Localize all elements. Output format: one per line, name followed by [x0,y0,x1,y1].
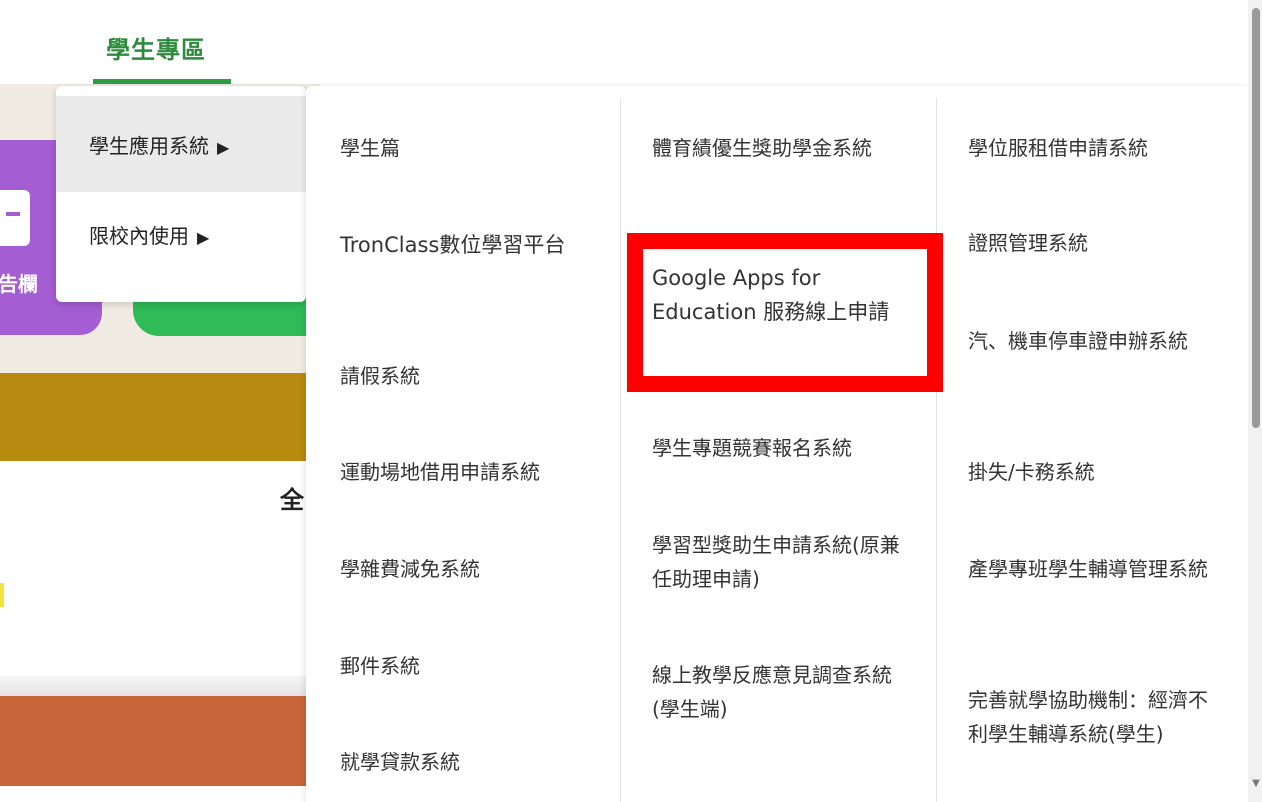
section-heading-fragment: 全 [280,486,304,514]
link-learning-assistant[interactable]: 學習型獎助生申請系統(原兼任助理申請) [652,528,908,596]
link-tuition-waiver[interactable]: 學雜費減免系統 [340,552,600,586]
link-athletic-scholarship[interactable]: 體育績優生獎助學金系統 [652,131,902,165]
column-divider [620,98,621,802]
link-project-competition[interactable]: 學生專題競賽報名系統 [652,431,914,465]
link-google-apps[interactable]: Google Apps for Education 服務線上申請 [652,261,908,329]
column-divider [936,98,937,802]
link-mail-system[interactable]: 郵件系統 [340,649,600,683]
link-card-services[interactable]: 掛失/卡務系統 [968,455,1230,489]
top-navigation: 學生專區 [0,0,1248,84]
link-leave-system[interactable]: 請假系統 [340,359,590,393]
link-industry-program-guidance[interactable]: 產學專班學生輔導管理系統 [968,552,1224,586]
orange-banner [0,696,320,786]
dropdown-level2: 學生篇 TronClass數位學習平台 請假系統 運動場地借用申請系統 學雜費減… [306,86,1248,802]
bulletin-icon [0,190,30,246]
menu-item-label: 學生應用系統 [89,134,209,158]
scrollbar-thumb[interactable] [1252,8,1260,428]
link-tronclass[interactable]: TronClass數位學習平台 [340,228,590,262]
triangle-right-icon: ▶ [217,138,230,157]
nav-item-student-zone[interactable]: 學生專區 [106,30,206,65]
ochre-banner [0,373,320,461]
link-sports-venue[interactable]: 運動場地借用申請系統 [340,455,600,489]
triangle-right-icon: ▶ [197,228,210,247]
link-student-loan[interactable]: 就學貸款系統 [340,745,600,779]
triangle-down-icon[interactable]: ▼ [1250,778,1262,790]
menu-item-label: 限校內使用 [89,224,189,248]
link-disadvantaged-student-guidance[interactable]: 完善就學協助機制：經濟不利學生輔導系統(學生) [968,683,1224,751]
image-strip [0,676,320,696]
link-gown-rental[interactable]: 學位服租借申請系統 [968,131,1230,165]
menu-item-campus-only[interactable]: 限校內使用 ▶ [56,192,306,288]
link-student-handbook[interactable]: 學生篇 [340,131,590,165]
link-parking-permit[interactable]: 汽、機車停車證申辦系統 [968,324,1224,358]
yellow-marker [0,583,4,607]
dropdown-level1: 學生應用系統 ▶ 限校內使用 ▶ [56,86,306,302]
link-teaching-survey[interactable]: 線上教學反應意見調查系統(學生端) [652,658,908,726]
link-certificate-management[interactable]: 證照管理系統 [968,226,1230,260]
purple-card-label: 告欄 [0,272,38,296]
menu-item-student-apps[interactable]: 學生應用系統 ▶ [56,96,306,192]
nav-active-underline [93,79,231,84]
